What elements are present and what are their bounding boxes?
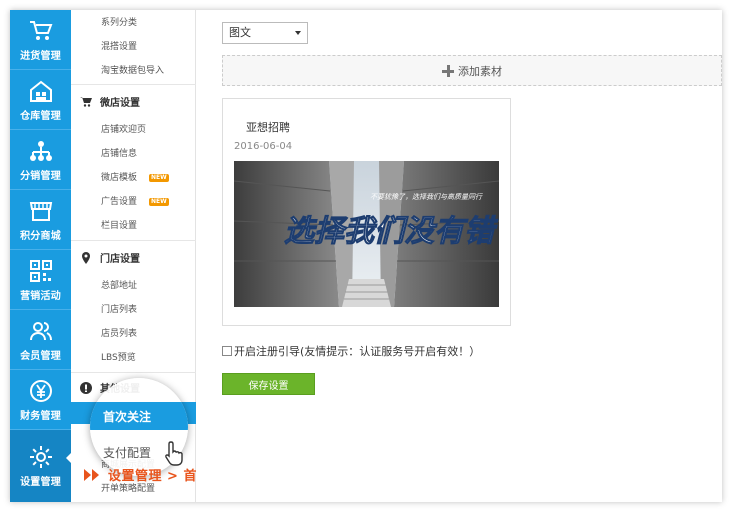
main-nav-rail: 进货管理 仓库管理 分销管理 积分商城 营销活动 会员管理 财务管理 设置管理 xyxy=(10,10,72,502)
nav-distribution[interactable]: 分销管理 xyxy=(10,130,71,190)
divider xyxy=(71,84,196,85)
magnified-active-item[interactable]: 首次关注 xyxy=(103,408,151,425)
message-type-select[interactable]: 图文 xyxy=(222,22,308,44)
submenu-item-template[interactable]: 微店模板 NEW xyxy=(101,170,169,183)
submenu-item[interactable]: 总部地址 xyxy=(101,278,137,291)
nav-label: 分销管理 xyxy=(20,170,61,182)
cart-small-icon xyxy=(80,97,92,107)
nav-label: 营销活动 xyxy=(20,290,61,302)
nav-finance[interactable]: 财务管理 xyxy=(10,370,71,430)
main-content: 图文 添加素材 亚想招聘 2016-06-04 不要犹豫了，选择我们与高质量同行… xyxy=(196,10,722,502)
app-frame: 进货管理 仓库管理 分销管理 积分商城 营销活动 会员管理 财务管理 设置管理 … xyxy=(10,10,722,502)
nav-settings[interactable]: 设置管理 xyxy=(10,430,72,502)
registration-guide-checkbox[interactable] xyxy=(222,346,232,356)
nav-marketing[interactable]: 营销活动 xyxy=(10,250,71,310)
article-cover-image: 不要犹豫了，选择我们与高质量同行 选择我们没有错 xyxy=(234,161,499,307)
article-title: 亚想招聘 xyxy=(246,121,290,134)
submenu-item[interactable]: 淘宝数据包导入 xyxy=(101,63,164,76)
select-value: 图文 xyxy=(229,26,251,39)
submenu-item[interactable]: 系列分类 xyxy=(101,15,137,28)
nav-label: 积分商城 xyxy=(20,230,61,242)
submenu-item[interactable]: LBS预览 xyxy=(101,350,136,363)
submenu-item[interactable]: 门店列表 xyxy=(101,302,137,315)
gear-icon xyxy=(28,444,54,470)
store-icon xyxy=(28,198,54,224)
qr-code-icon xyxy=(28,258,54,284)
nav-purchase[interactable]: 进货管理 xyxy=(10,10,71,70)
cover-tagline: 不要犹豫了，选择我们与高质量同行 xyxy=(370,193,483,201)
yen-icon xyxy=(28,378,54,404)
cover-headline: 选择我们没有错 xyxy=(284,214,499,249)
location-pin-icon xyxy=(82,251,90,264)
new-badge: NEW xyxy=(149,197,169,206)
registration-guide-option[interactable]: 开启注册引导(友情提示：认证服务号开启有效！） xyxy=(222,343,480,359)
section-heading-weidian: 微店设置 xyxy=(80,94,140,109)
article-date: 2016-06-04 xyxy=(234,141,293,152)
chevron-down-icon xyxy=(295,31,301,35)
submenu-item[interactable]: 栏目设置 xyxy=(101,218,137,231)
submenu-item-ads[interactable]: 广告设置 NEW xyxy=(101,194,169,207)
submenu-item[interactable]: 店铺信息 xyxy=(101,146,137,159)
submenu-item[interactable]: 店铺欢迎页 xyxy=(101,122,146,135)
section-heading-store: 门店设置 xyxy=(80,250,140,265)
submenu-item[interactable]: 混搭设置 xyxy=(101,39,137,52)
nav-label: 财务管理 xyxy=(20,410,61,422)
org-chart-icon xyxy=(28,138,54,164)
nav-members[interactable]: 会员管理 xyxy=(10,310,71,370)
article-card[interactable]: 亚想招聘 2016-06-04 不要犹豫了，选择我们与高质量同行 选择我们没有错 xyxy=(222,98,511,326)
divider xyxy=(71,372,196,373)
nav-label: 仓库管理 xyxy=(20,110,61,122)
members-icon xyxy=(28,318,54,344)
save-button[interactable]: 保存设置 xyxy=(222,373,315,395)
submenu-item-label: 广告设置 xyxy=(101,197,138,207)
submenu-item[interactable]: 店员列表 xyxy=(101,326,137,339)
nav-label: 设置管理 xyxy=(20,477,61,488)
new-badge: NEW xyxy=(149,173,169,182)
nav-warehouse[interactable]: 仓库管理 xyxy=(10,70,71,130)
nav-label: 进货管理 xyxy=(20,50,61,62)
warehouse-icon xyxy=(28,78,54,104)
section-heading-label: 门店设置 xyxy=(100,254,140,265)
submenu-item-label: 微店模板 xyxy=(101,173,138,183)
section-heading-label: 微店设置 xyxy=(100,98,140,109)
double-arrow-icon xyxy=(84,468,102,481)
nav-label: 会员管理 xyxy=(20,350,61,362)
save-button-label: 保存设置 xyxy=(248,380,289,392)
add-material-label: 添加素材 xyxy=(458,64,502,78)
alert-icon xyxy=(80,381,92,394)
nav-points-mall[interactable]: 积分商城 xyxy=(10,190,71,250)
plus-icon xyxy=(442,64,454,77)
registration-guide-label: 开启注册引导(友情提示：认证服务号开启有效！） xyxy=(234,345,481,358)
magnified-next-item[interactable]: 支付配置 xyxy=(103,444,151,461)
cart-icon xyxy=(28,18,54,44)
add-material-button[interactable]: 添加素材 xyxy=(222,55,722,86)
divider xyxy=(71,240,196,241)
